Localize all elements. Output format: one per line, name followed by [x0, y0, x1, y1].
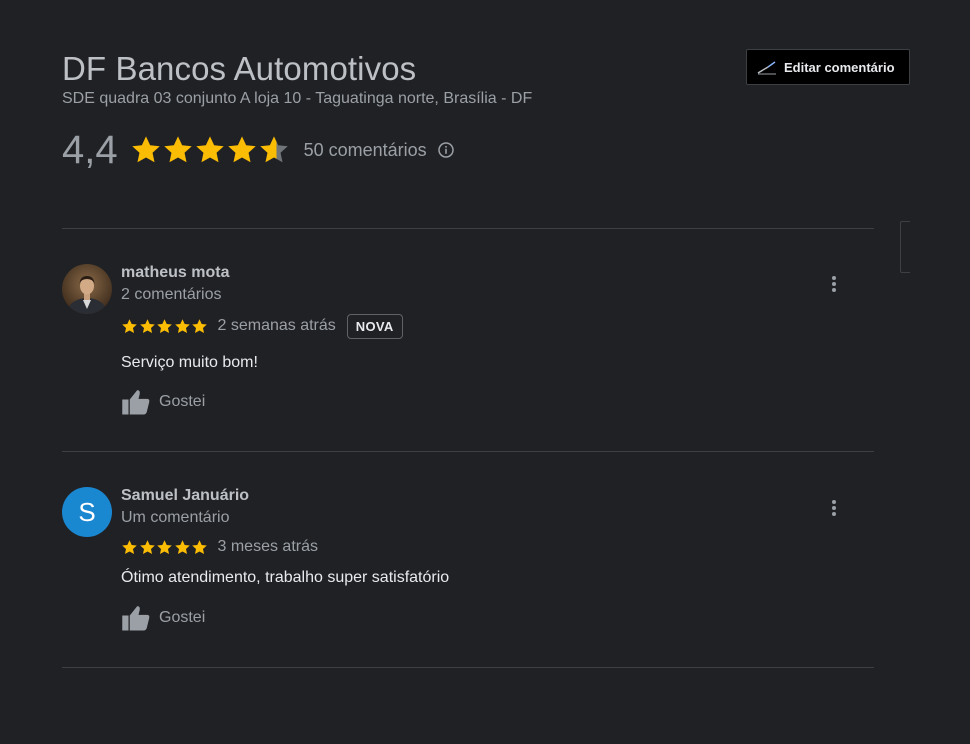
star-icon — [157, 539, 172, 554]
avatar[interactable]: S — [62, 487, 112, 537]
info-icon[interactable] — [437, 141, 455, 159]
review-meta: 2 semanas atrás NOVA — [121, 313, 403, 339]
star-icon — [139, 318, 155, 333]
star-icon — [174, 539, 190, 554]
avatar[interactable] — [62, 264, 112, 314]
divider — [62, 451, 874, 452]
rating-summary: 4,4 50 comentários — [62, 128, 455, 172]
average-rating: 4,4 — [62, 127, 118, 172]
more-options-icon[interactable] — [824, 496, 844, 520]
star-icon — [192, 539, 207, 554]
like-label: Gostei — [159, 609, 206, 626]
more-options-icon[interactable] — [824, 272, 844, 296]
review-date: 3 meses atrás — [217, 538, 318, 555]
divider — [62, 667, 874, 668]
review-stars — [121, 318, 209, 335]
review-text: Serviço muito bom! — [121, 354, 258, 371]
star-icon — [163, 136, 192, 163]
review-meta: 3 meses atrás — [121, 534, 329, 560]
reviewer-name[interactable]: matheus mota — [121, 264, 229, 282]
star-icon — [259, 136, 288, 163]
review-text: Ótimo atendimento, trabalho super satisf… — [121, 569, 450, 586]
reviewer-name[interactable]: Samuel Januário — [121, 487, 249, 505]
star-icon — [227, 136, 256, 163]
star-icon — [139, 539, 155, 554]
thumbs-up-icon — [122, 390, 150, 415]
business-address: SDE quadra 03 conjunto A loja 10 - Tagua… — [62, 90, 533, 107]
average-stars — [130, 134, 290, 166]
reviews-panel: DF Bancos Automotivos SDE quadra 03 conj… — [0, 0, 970, 744]
star-icon — [157, 318, 172, 333]
business-name: DF Bancos Automotivos — [62, 50, 417, 87]
review-item: matheus mota 2 comentários 2 semanas atr… — [62, 264, 874, 424]
reviewer-review-count: 2 comentários — [121, 286, 222, 303]
thumbs-up-icon — [122, 606, 150, 631]
star-icon — [192, 318, 207, 333]
star-icon — [122, 539, 137, 554]
review-date: 2 semanas atrás — [217, 317, 336, 334]
review-item: S Samuel Januário Um comentário 3 meses … — [62, 487, 874, 647]
star-icon — [195, 136, 224, 163]
edit-review-label: Editar comentário — [784, 59, 895, 75]
star-icon — [131, 136, 160, 163]
review-stars — [121, 539, 209, 556]
edit-review-button[interactable]: Editar comentário — [746, 49, 910, 85]
reviewer-review-count: Um comentário — [121, 509, 230, 526]
review-count[interactable]: 50 comentários — [304, 140, 427, 161]
edit-pen-icon — [757, 61, 776, 75]
new-badge: NOVA — [346, 313, 403, 339]
side-panel-tab[interactable] — [900, 221, 910, 273]
profile-photo-icon — [62, 264, 112, 314]
star-icon — [122, 318, 137, 333]
divider — [62, 228, 874, 229]
like-button[interactable]: Gostei — [121, 603, 205, 633]
like-label: Gostei — [159, 393, 206, 410]
like-button[interactable]: Gostei — [121, 387, 205, 417]
avatar-letter: S — [78, 496, 96, 527]
star-icon — [174, 318, 190, 333]
